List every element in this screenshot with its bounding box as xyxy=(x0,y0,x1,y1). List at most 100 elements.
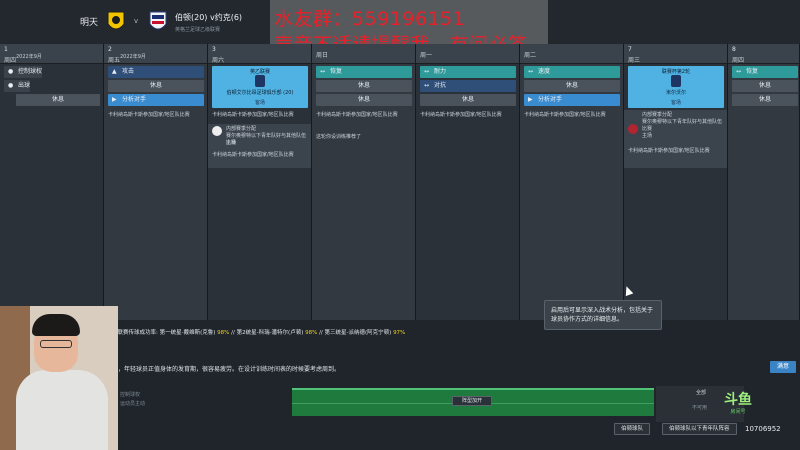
day-column: 8 周四 ↔ 恢复 休息 休息 xyxy=(728,44,800,320)
day-column: 3 周六 英乙联赛 伯顿艾尔比昂足球俱乐部 (20) 客场 卡利纳岛斯卡斯参加国… xyxy=(208,44,312,320)
event-note: 卡利纳岛斯卡斯参加国家/地区队比赛 xyxy=(420,112,502,118)
training-slot[interactable]: 休息 xyxy=(16,94,100,106)
training-schedule-grid: 1 2022年9月 周四 ● 控制球权 ● 出球 休息 2 2022年9月 周五 ▲… xyxy=(0,44,800,320)
match-opponent: 米尔沃尔 xyxy=(665,90,686,96)
douyu-logo: 斗鱼 房间号 xyxy=(716,392,760,422)
next-match-day: 明天 xyxy=(80,18,99,28)
panel-label: 不可用 xyxy=(692,405,708,411)
event-note: 卡利纳岛斯卡斯参加国家/地区队比赛 xyxy=(212,112,294,118)
slot-label: 休息 xyxy=(357,96,370,103)
match-title[interactable]: 伯顿(20) v约克(6) xyxy=(175,12,242,23)
league-stats-line: 乙联赛传球成功率: 第一统星-戴维斯(克鲁) 98% // 第2统星-科瑞-潘特… xyxy=(112,328,405,336)
event-note: 这轮你设训练推荐了 xyxy=(316,134,362,140)
event-note: 卡利纳岛斯卡斯参加国家/地区队比赛 xyxy=(316,112,398,118)
month-label: 2022年9月 xyxy=(16,54,42,60)
training-slot[interactable]: 休息 xyxy=(108,80,204,92)
training-slot[interactable]: ↔ 恢复 xyxy=(732,66,798,78)
training-slot[interactable]: 休息 xyxy=(524,80,620,92)
training-slot[interactable]: 休息 xyxy=(732,94,798,106)
day-header: 周二 xyxy=(520,44,623,64)
event-note: 主场 xyxy=(226,140,237,146)
club-icon xyxy=(628,124,638,134)
slot-label: 分析对手 xyxy=(122,96,147,103)
logo-text: 斗鱼 xyxy=(724,392,752,408)
training-slot[interactable]: ▶ 分析对手 xyxy=(524,94,620,106)
panel-label: 全部 xyxy=(696,390,707,396)
day-column: 周日 ↔ 恢复 休息 休息 卡利纳岛斯卡斯参加国家/地区队比赛 这轮你设训练推荐了 xyxy=(312,44,416,320)
slot-label: 速度 xyxy=(538,68,551,75)
event-note-title: 内部赛季分配 xyxy=(226,126,257,132)
day-header: 3 周六 xyxy=(208,44,311,64)
match-competition: 英乙联赛 xyxy=(249,69,270,75)
event-note: 卡利纳岛斯卡斯参加国家/地区队比赛 xyxy=(212,152,294,158)
training-slot[interactable]: 休息 xyxy=(420,94,516,106)
slot-label: 对抗 xyxy=(434,82,447,89)
match-card[interactable]: 英乙联赛 伯顿艾尔比昂足球俱乐部 (20) 客场 xyxy=(212,66,308,108)
match-venue: 客场 xyxy=(254,100,265,106)
weekday-label: 周六 xyxy=(212,57,225,64)
slot-label: 耐力 xyxy=(434,68,447,75)
room-id: 10706952 xyxy=(745,425,781,433)
day-number: 3 xyxy=(212,46,216,53)
event-note: 卡利纳岛斯卡斯参加国家/地区队比赛 xyxy=(524,112,606,118)
weekday-label: 周一 xyxy=(420,52,433,59)
training-slot[interactable]: ▶ 分析对手 xyxy=(108,94,204,106)
training-slot[interactable]: ↔ 耐力 xyxy=(420,66,516,78)
squad-tab-button[interactable]: 伯顿球队 xyxy=(614,423,651,435)
analysis-icon: ▶ xyxy=(528,96,533,103)
training-slot[interactable]: ↔ 恢复 xyxy=(316,66,412,78)
webcam-feed xyxy=(0,306,118,450)
overlay-line-1: 水友群：559196151 xyxy=(274,8,466,30)
apply-button[interactable]: 满意 xyxy=(770,361,796,373)
day-header: 周一 xyxy=(416,44,519,64)
event-note: 卡利纳岛斯卡斯参加国家/地区队比赛 xyxy=(628,148,710,154)
analysis-icon: ▶ xyxy=(112,96,117,103)
competition-label: 英格兰足球乙级联赛 xyxy=(175,27,221,33)
slot-label: 休息 xyxy=(758,96,771,103)
day-number: 2 xyxy=(108,46,112,53)
weekday-label: 周日 xyxy=(316,52,329,59)
burton-crest-icon xyxy=(106,10,126,34)
slot-label: 休息 xyxy=(357,82,370,89)
match-practice-icon: ↔ xyxy=(424,82,430,89)
attack-icon: ▲ xyxy=(112,68,117,75)
speed-icon: ↔ xyxy=(528,68,534,75)
formation-dropdown[interactable]: 阵型加开 xyxy=(452,396,492,406)
slot-label: 休息 xyxy=(565,82,578,89)
training-slot[interactable]: ● 出球 xyxy=(4,80,31,92)
endurance-icon: ↔ xyxy=(424,68,430,75)
event-note: 主场 xyxy=(642,133,653,139)
versus-label: v xyxy=(134,17,139,25)
day-column: 7 周三 联赛杯第2轮 米尔沃尔 客场 内部赛季分配 赛尔奥穆特以下青年队好与其… xyxy=(624,44,728,320)
stats-value: 98% xyxy=(217,330,230,336)
youth-squad-tab-button[interactable]: 伯顿球队以下青年队阵容 xyxy=(662,423,737,435)
player-icon: ● xyxy=(8,82,14,89)
stats-value: 97% xyxy=(393,330,406,336)
training-slot[interactable]: 休息 xyxy=(732,80,798,92)
day-header: 周日 xyxy=(312,44,415,64)
training-slot[interactable]: 休息 xyxy=(316,94,412,106)
day-column: 周一 ↔ 耐力 ↔ 对抗 休息 卡利纳岛斯卡斯参加国家/地区队比赛 xyxy=(416,44,520,320)
day-column: 2 2022年9月 周五 ▲ 攻击 休息 ▶ 分析对手 卡利纳岛斯卡斯参加国家/地区… xyxy=(104,44,208,320)
day-header: 7 周三 xyxy=(624,44,727,64)
match-venue: 客场 xyxy=(670,100,681,106)
slot-label: 休息 xyxy=(149,82,162,89)
match-card[interactable]: 联赛杯第2轮 米尔沃尔 客场 xyxy=(628,66,724,108)
slot-label: 攻击 xyxy=(122,68,135,75)
day-header: 1 2022年9月 周四 xyxy=(0,44,103,64)
weekday-label: 周四 xyxy=(4,57,17,64)
weekday-label: 周二 xyxy=(524,52,537,59)
event-note: 赛尔奥穆特以下青年队好与其他队伍比赛 xyxy=(642,119,723,132)
advice-text: 主，年轻球员正值身体的发育期，很容易疲劳。在设计训练时间表的时候要考虑周到。 xyxy=(112,366,341,373)
training-slot[interactable]: ▲ 攻击 xyxy=(108,66,204,78)
stats-value: 98% xyxy=(305,330,318,336)
slot-label: 出球 xyxy=(18,82,31,89)
slot-label: 控制球权 xyxy=(18,68,43,75)
training-slot[interactable]: ↔ 对抗 xyxy=(420,80,516,92)
weekday-label: 周三 xyxy=(628,57,641,64)
recovery-icon: ↔ xyxy=(736,68,742,75)
training-slot[interactable]: ● 控制球权 xyxy=(4,66,43,78)
player-icon: ● xyxy=(8,68,14,75)
training-slot[interactable]: ↔ 速度 xyxy=(524,66,620,78)
training-slot[interactable]: 休息 xyxy=(316,80,412,92)
